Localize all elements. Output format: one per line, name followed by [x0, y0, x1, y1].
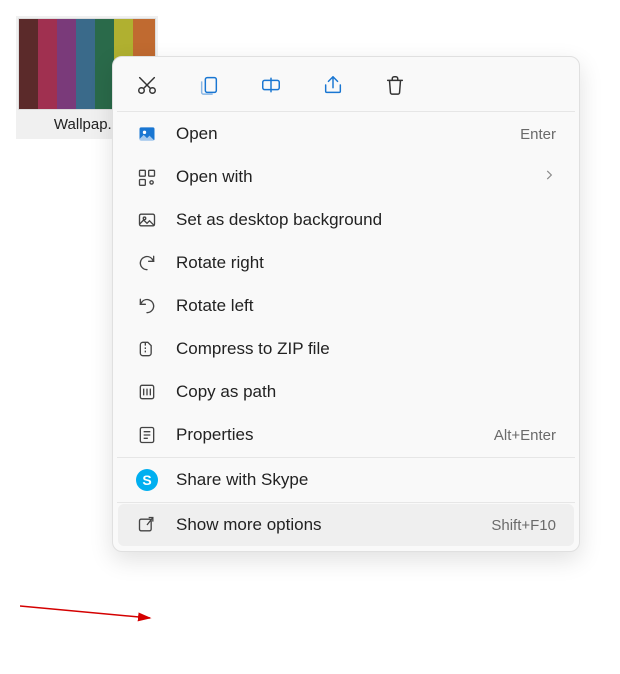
- menu-share-skype[interactable]: S Share with Skype: [118, 459, 574, 501]
- separator: [117, 502, 575, 503]
- chevron-right-icon: [542, 167, 556, 187]
- copy-icon[interactable]: [197, 73, 221, 97]
- context-menu: Open Enter Open with Set as desktop back…: [112, 56, 580, 552]
- rename-icon[interactable]: [259, 73, 283, 97]
- wallpaper-icon: [136, 209, 158, 231]
- menu-label: Show more options: [176, 515, 322, 535]
- skype-icon: S: [136, 469, 158, 491]
- separator: [117, 111, 575, 112]
- openwith-icon: [136, 166, 158, 188]
- menu-label: Copy as path: [176, 382, 276, 402]
- menu-label: Properties: [176, 425, 253, 445]
- properties-icon: [136, 424, 158, 446]
- menu-compress-zip[interactable]: Compress to ZIP file: [118, 328, 574, 370]
- share-icon[interactable]: [321, 73, 345, 97]
- more-options-icon: [136, 514, 158, 536]
- menu-label: Compress to ZIP file: [176, 339, 330, 359]
- file-label: Wallpap...: [54, 116, 120, 133]
- menu-shortcut: Shift+F10: [491, 517, 556, 534]
- context-menu-toolbar: [113, 57, 579, 111]
- separator: [117, 457, 575, 458]
- menu-properties[interactable]: Properties Alt+Enter: [118, 414, 574, 456]
- copy-path-icon: [136, 381, 158, 403]
- annotation-arrow: [20, 598, 180, 638]
- cut-icon[interactable]: [135, 73, 159, 97]
- zip-icon: [136, 338, 158, 360]
- menu-label: Open with: [176, 167, 253, 187]
- picture-icon: [136, 123, 158, 145]
- menu-label: Share with Skype: [176, 470, 308, 490]
- menu-label: Rotate right: [176, 253, 264, 273]
- menu-copy-path[interactable]: Copy as path: [118, 371, 574, 413]
- menu-label: Set as desktop background: [176, 210, 382, 230]
- menu-show-more-options[interactable]: Show more options Shift+F10: [118, 504, 574, 546]
- menu-rotate-right[interactable]: Rotate right: [118, 242, 574, 284]
- menu-open[interactable]: Open Enter: [118, 113, 574, 155]
- menu-shortcut: Alt+Enter: [494, 427, 556, 444]
- menu-label: Rotate left: [176, 296, 254, 316]
- rotate-left-icon: [136, 295, 158, 317]
- menu-set-wallpaper[interactable]: Set as desktop background: [118, 199, 574, 241]
- menu-label: Open: [176, 124, 218, 144]
- menu-shortcut: Enter: [520, 126, 556, 143]
- menu-open-with[interactable]: Open with: [118, 156, 574, 198]
- delete-icon[interactable]: [383, 73, 407, 97]
- rotate-right-icon: [136, 252, 158, 274]
- menu-rotate-left[interactable]: Rotate left: [118, 285, 574, 327]
